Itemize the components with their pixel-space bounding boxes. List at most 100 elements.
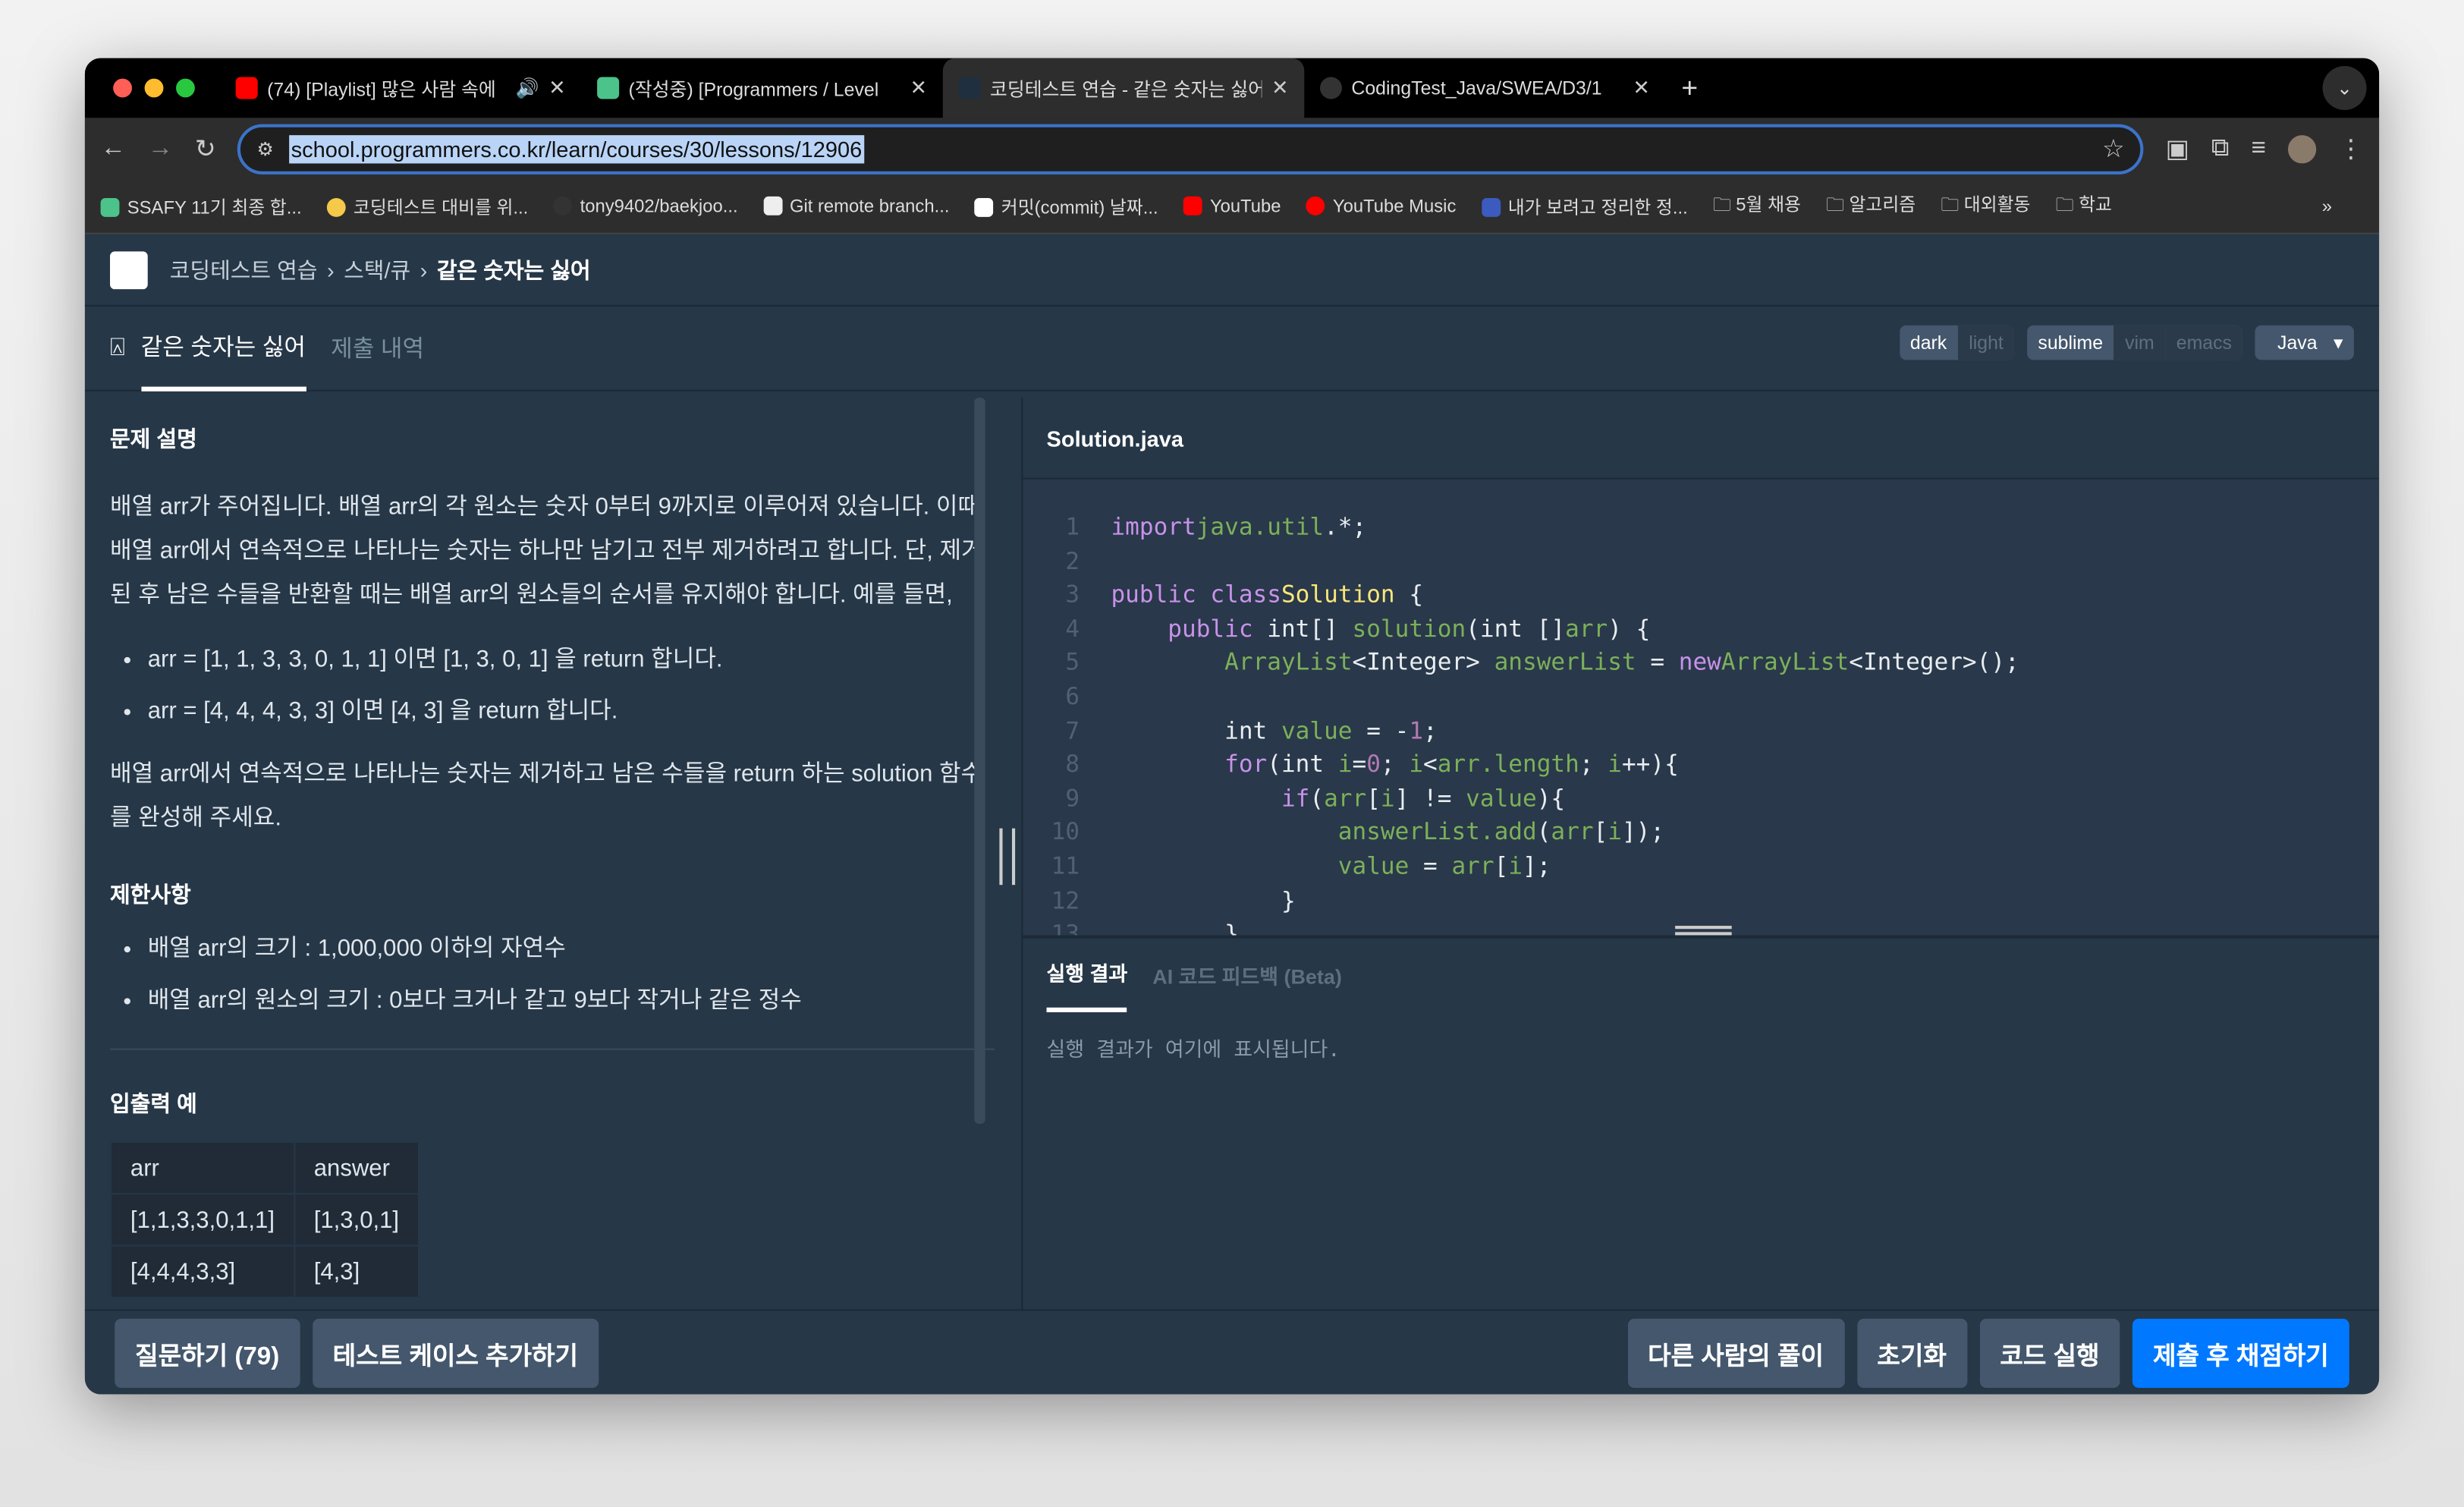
resize-handle[interactable] [1675,926,1732,936]
url-text[interactable]: school.programmers.co.kr/learn/courses/3… [289,135,864,164]
more-bookmarks-icon[interactable]: » [2322,197,2332,216]
browser-tab[interactable]: CodingTest_Java/SWEA/D3/1 ✕ [1304,58,1665,118]
tab-problem[interactable]: 같은 숫자는 싫어 [140,306,306,391]
site-settings-icon[interactable]: ⚙ [256,138,273,160]
run-code-button[interactable]: 코드 실행 [1979,1317,2120,1388]
site-header: 코딩테스트 연습› 스택/큐› 같은 숫자는 싫어 도움말컴파일 옵션 [84,234,2380,1310]
problem-panel: 문제 설명 배열 arr가 주어집니다. 배열 arr의 각 원소는 숫자 0부… [85,398,1020,1309]
section-heading: 문제 설명 [109,426,197,451]
io-table: arr answer [1,1,3,3,0,1,1] [1,3,0,1] [4,4,… [109,1140,420,1298]
bookmark[interactable]: Git remote branch... [762,196,949,217]
close-tab-icon[interactable]: ✕ [910,75,928,100]
bookmark[interactable]: 커밋(commit) 날짜... [974,194,1158,219]
keymap-emacs[interactable]: emacs [2165,325,2243,360]
address-bar[interactable]: ⚙ school.programmers.co.kr/learn/courses… [237,124,2144,175]
result-tabs: 실행 결과 AI 코드 피드백 (Beta) [1023,926,2380,1012]
forward-icon[interactable]: → [148,135,173,163]
section-heading: 입출력 예 [109,1090,197,1116]
reload-icon[interactable]: ↻ [195,134,216,165]
limit-item: 배열 arr의 크기 : 1,000,000 이하의 자연수 [148,923,995,974]
problem-description: 배열 arr에서 연속적으로 나타나는 숫자는 제거하고 남은 수들을 retu… [109,760,983,832]
language-select[interactable]: Java ▾ [2255,326,2354,360]
keymap-vim[interactable]: vim [2114,325,2166,360]
close-tab-icon[interactable]: ✕ [1271,75,1289,100]
avatar[interactable] [2287,135,2317,164]
programmers-logo[interactable] [109,250,148,289]
close-window-button[interactable] [113,78,132,98]
section-heading: 제한사항 [109,882,191,908]
close-tab-icon[interactable]: ✕ [1633,75,1650,100]
new-tab-button[interactable]: + [1681,71,1698,104]
browser-tab[interactable]: (74) [Playlist] 많은 사람 속에 🔊 ✕ [220,58,581,118]
editor-panel: Solution.java 1 import java.util .*; 2 3 pu… [1021,398,2380,1310]
result-output: 실행 결과가 여기에 표시됩니다. [1046,1039,1340,1063]
screen: (74) [Playlist] 많은 사람 속에 🔊 ✕ (작성중) [Progra… [0,0,2464,1507]
bookmark[interactable]: 내가 보려고 정리한 정... [1481,194,1688,219]
browser-window: (74) [Playlist] 많은 사람 속에 🔊 ✕ (작성중) [Progra… [84,58,2380,1395]
reset-button[interactable]: 초기화 [1856,1317,1967,1388]
theme-light[interactable]: light [1957,325,2015,360]
folder-icon: 🗀 [1941,195,1964,215]
bookmark[interactable]: tony9402/baekjoo... [553,196,738,217]
problem-description: 배열 arr가 주어집니다. 배열 arr의 각 원소는 숫자 0부터 9까지로… [109,493,986,609]
editor-filename: Solution.java [1023,398,2380,480]
browser-toolbar: ← → ↻ ⚙ school.programmers.co.kr/learn/c… [84,118,2380,181]
extensions-icon[interactable]: ⧉ [2211,135,2230,163]
example-item: arr = [1, 1, 3, 3, 0, 1, 1] 이면 [1, 3, 0,… [148,634,995,685]
code-editor[interactable]: 1 import java.util .*; 2 3 public class Sol… [1023,479,2380,936]
folder-icon: 🗀 [1826,195,1850,215]
footer-bar: 질문하기 (79) 테스트 케이스 추가하기 다른 사람의 풀이 초기화 코드 … [84,1309,2380,1395]
minimize-window-button[interactable] [144,78,164,98]
breadcrumb-current: 같은 숫자는 싫어 [436,256,591,282]
table-header: answer [293,1140,420,1195]
breadcrumb-item[interactable]: 코딩테스트 연습 [170,254,318,285]
github-icon [1319,77,1342,99]
folder-icon: 🗀 [2055,195,2079,215]
menu-icon[interactable]: ⋮ [2338,134,2363,165]
back-icon[interactable]: ← [101,135,126,163]
bookmark-folder[interactable]: 🗀 5월 채용 [1713,191,1801,222]
bookmark-star-icon[interactable]: ☆ [2102,134,2125,165]
maximize-window-button[interactable] [175,78,195,98]
table-header: arr [110,1140,295,1195]
ask-question-button[interactable]: 질문하기 (79) [115,1317,300,1388]
programmers-icon [958,77,981,99]
add-test-case-button[interactable]: 테스트 케이스 추가하기 [312,1317,599,1388]
bookmark[interactable]: YouTube Music [1306,196,1456,217]
browser-tab-active[interactable]: 코딩테스트 연습 - 같은 숫자는 싫어 ✕ [942,58,1305,118]
example-item: arr = [4, 4, 4, 3, 3] 이면 [4, 3] 을 return… [148,685,995,737]
submit-button[interactable]: 제출 후 채점하기 [2132,1317,2349,1388]
bookmark[interactable]: YouTube [1183,196,1281,217]
youtube-icon [235,77,258,99]
tab-ai-feedback[interactable]: AI 코드 피드백 (Beta) [1152,960,1342,989]
folder-icon: 🗀 [1712,195,1736,215]
tab-submissions[interactable]: 제출 내역 [331,306,424,391]
scrollbar[interactable] [974,398,985,1125]
tab-bar: (74) [Playlist] 많은 사람 속에 🔊 ✕ (작성중) [Progra… [84,58,2380,118]
browser-tab[interactable]: (작성중) [Programmers / Level ✕ [581,58,942,118]
sidepanel-icon[interactable]: ▣ [2166,134,2189,165]
table-row: [1,1,3,3,0,1,1] [1,3,0,1] [110,1193,420,1247]
bookmark-folder[interactable]: 🗀 알고리즘 [1826,191,1916,222]
bookmarks-bar: SSAFY 11기 최종 합... 코딩테스트 대비를 위... tony940… [84,181,2380,234]
bookmark[interactable]: 코딩테스트 대비를 위... [326,194,528,219]
limit-item: 배열 arr의 원소의 크기 : 0보다 크거나 같고 9보다 작거나 같은 정… [148,974,995,1026]
media-icon[interactable]: ≡ [2252,135,2266,163]
bookmark[interactable]: SSAFY 11기 최종 합... [100,194,302,219]
resize-handle[interactable] [999,828,1016,886]
tab-run-result[interactable]: 실행 결과 [1046,937,1128,1012]
close-tab-icon[interactable]: ✕ [548,75,566,100]
keymap-sublime[interactable]: sublime [2027,326,2114,360]
bookmark-icon[interactable]: ⍓ [110,334,125,362]
table-row: [4,4,4,3,3] [4,3] [110,1244,420,1298]
audio-icon[interactable]: 🔊 [516,77,539,99]
tab-search-button[interactable]: ⌄ [2322,65,2367,110]
velog-icon [597,77,620,99]
bookmark-folder[interactable]: 🗀 학교 [2056,191,2112,222]
divider [109,1048,995,1050]
sub-header: ⍓ 같은 숫자는 싫어 제출 내역 dark light sublime vim em… [84,306,2380,392]
bookmark-folder[interactable]: 🗀 대외활동 [1941,191,2030,222]
other-solutions-button[interactable]: 다른 사람의 풀이 [1627,1317,1844,1388]
breadcrumb-item[interactable]: 스택/큐 [344,254,410,285]
theme-dark[interactable]: dark [1899,326,1957,360]
